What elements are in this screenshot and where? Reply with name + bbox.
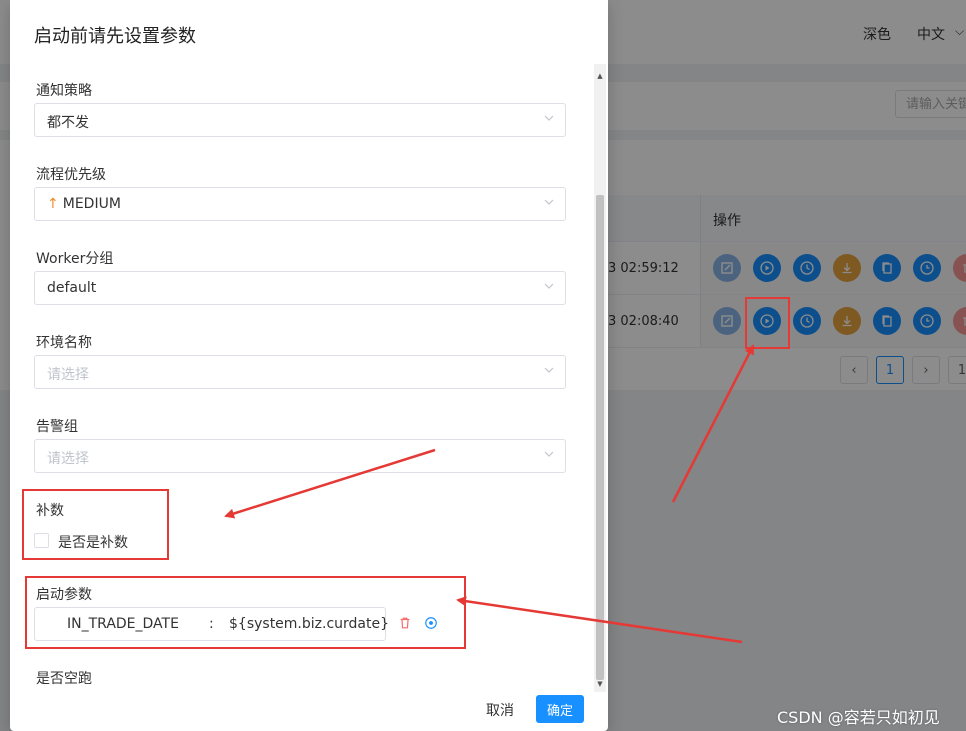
page-size-select[interactable]: 1 [948, 356, 966, 384]
play-circle-icon [760, 261, 774, 275]
notify-strategy-select[interactable]: 都不发 [34, 103, 566, 137]
priority-value-wrap: ↑ MEDIUM [47, 196, 121, 212]
prev-page-button[interactable]: ‹ [840, 356, 868, 384]
annotation-box-run-button [745, 297, 790, 349]
annotation-box-complement [22, 489, 169, 560]
priority-label: 流程优先级 [36, 167, 106, 183]
arrow-up-icon: ↑ [47, 196, 59, 212]
annotation-box-startup-params [25, 576, 466, 649]
theme-toggle[interactable]: 深色 [863, 24, 891, 44]
cancel-button[interactable]: 取消 [486, 700, 514, 720]
edit-button[interactable] [713, 254, 741, 282]
download-icon [842, 263, 852, 274]
history-icon [920, 261, 934, 275]
version-button[interactable] [913, 307, 941, 335]
page-button-current[interactable]: 1 [876, 356, 904, 384]
watermark: CSDN @容若只如初见 [777, 708, 940, 727]
priority-select[interactable]: ↑ MEDIUM [34, 187, 566, 221]
delete-icon [963, 264, 966, 273]
download-icon [842, 316, 852, 327]
timing-button[interactable] [793, 307, 821, 335]
run-button[interactable] [753, 254, 781, 282]
chevron-down-icon [544, 451, 554, 457]
env-name-placeholder: 请选择 [47, 367, 89, 383]
priority-value: MEDIUM [62, 196, 121, 212]
worker-group-select[interactable]: default [34, 271, 566, 305]
chevron-down-icon [544, 115, 554, 121]
copy-button[interactable] [873, 254, 901, 282]
alert-group-label: 告警组 [36, 419, 78, 435]
row-time: 3 02:59:12 [608, 261, 679, 276]
scrollbar-thumb[interactable] [596, 195, 604, 680]
chevron-left-icon: ‹ [851, 362, 857, 378]
clock-icon [800, 261, 814, 275]
edit-icon [721, 315, 733, 327]
language-select[interactable]: 中文 [917, 24, 945, 44]
version-button[interactable] [913, 254, 941, 282]
search-input[interactable]: 请输入关键 [895, 90, 966, 118]
chevron-down-icon: ⌵ [955, 24, 965, 38]
copy-icon [882, 315, 892, 327]
worker-group-label: Worker分组 [36, 251, 114, 267]
row-time: 3 02:08:40 [608, 314, 679, 329]
alert-group-placeholder: 请选择 [47, 451, 89, 467]
env-name-label: 环境名称 [36, 335, 92, 351]
download-button[interactable] [833, 307, 861, 335]
chevron-down-icon [544, 199, 554, 205]
ops-header-label: 操作 [713, 213, 741, 229]
download-button[interactable] [833, 254, 861, 282]
chevron-down-icon [544, 283, 554, 289]
notify-strategy-value: 都不发 [47, 115, 89, 131]
notify-strategy-label: 通知策略 [36, 83, 92, 99]
dry-run-label: 是否空跑 [36, 671, 92, 687]
worker-group-value: default [47, 280, 97, 296]
copy-icon [882, 262, 892, 274]
edit-icon [721, 262, 733, 274]
scroll-up-icon[interactable]: ▲ [596, 72, 604, 80]
delete-icon [963, 317, 966, 326]
timing-button[interactable] [793, 254, 821, 282]
scroll-down-icon[interactable]: ▼ [596, 680, 604, 688]
chevron-right-icon: › [923, 362, 929, 378]
confirm-button[interactable]: 确定 [536, 695, 584, 723]
copy-button[interactable] [873, 307, 901, 335]
edit-button[interactable] [713, 307, 741, 335]
clock-icon [800, 314, 814, 328]
alert-group-select[interactable]: 请选择 [34, 439, 566, 473]
history-icon [920, 314, 934, 328]
env-name-select[interactable]: 请选择 [34, 355, 566, 389]
chevron-down-icon [544, 367, 554, 373]
dialog-title: 启动前请先设置参数 [34, 26, 196, 47]
next-page-button[interactable]: › [912, 356, 940, 384]
